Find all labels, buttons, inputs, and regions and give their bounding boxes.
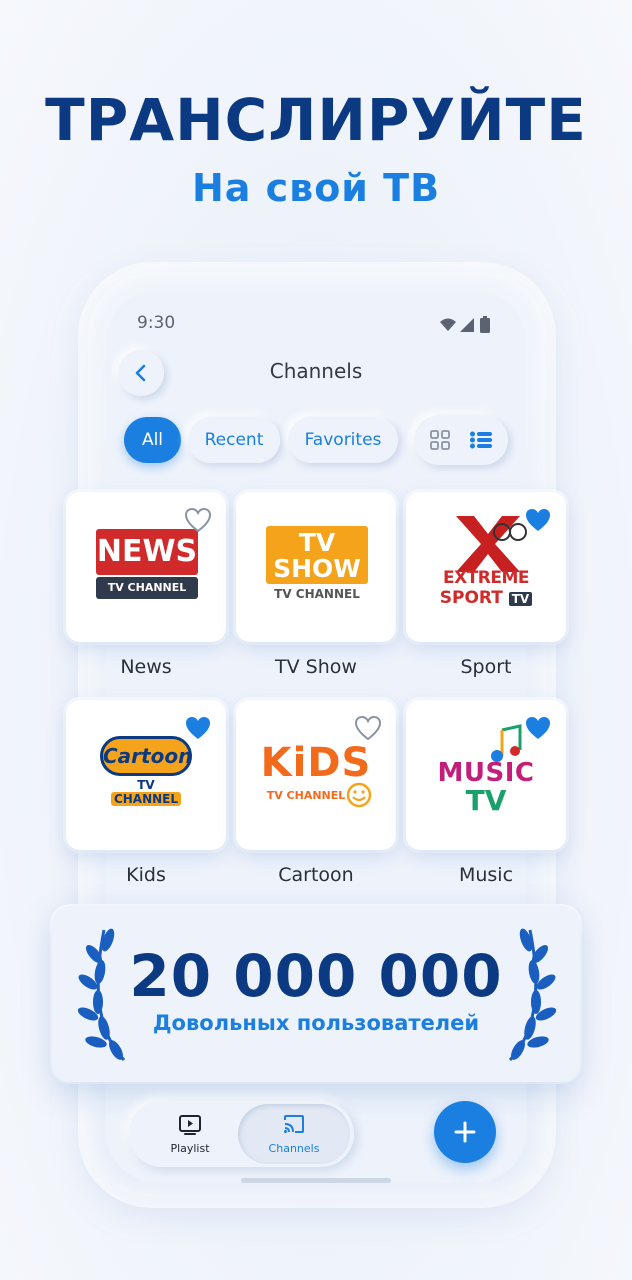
plus-icon — [454, 1121, 476, 1143]
news-logo-sub: TV CHANNEL — [96, 577, 198, 599]
nav-playlist-label: Playlist — [170, 1142, 210, 1155]
view-toggle — [414, 415, 508, 465]
smiley-icon — [346, 782, 372, 808]
sport-logo-line2: SPORT TV — [432, 588, 540, 608]
grid-view-icon[interactable] — [430, 430, 450, 450]
add-button[interactable] — [434, 1101, 496, 1163]
sport-logo-x — [456, 516, 527, 572]
battery-icon — [480, 318, 490, 333]
news-logo: NEWS — [96, 529, 198, 575]
cartoon-logo-channel: CHANNEL — [110, 792, 182, 806]
heart-filled-icon[interactable] — [524, 715, 552, 741]
wifi-icon — [440, 318, 456, 331]
cartoon-logo: Cartoon — [100, 736, 192, 776]
cast-icon — [284, 1115, 304, 1133]
users-count: 20 000 000 — [129, 942, 503, 1010]
home-indicator — [241, 1178, 391, 1183]
heart-filled-icon[interactable] — [184, 715, 212, 741]
users-caption: Довольных пользователей — [152, 1011, 480, 1035]
screen-title: Channels — [269, 359, 363, 383]
play-screen-icon — [179, 1115, 201, 1135]
channel-label-sport: Sport — [460, 656, 512, 678]
cartoon-logo-tv: TV — [137, 778, 155, 792]
heart-outline-icon[interactable] — [354, 715, 382, 741]
sport-logo-line1: EXTREME — [442, 568, 530, 588]
channel-label-news: News — [120, 656, 172, 678]
nav-channels[interactable]: Channels — [238, 1104, 350, 1164]
channel-label-music: Music — [458, 864, 514, 886]
tvshow-logo: TV SHOW — [266, 526, 368, 584]
status-icons — [440, 316, 490, 333]
promo-headline: ТРАНСЛИРУЙТЕ — [45, 86, 587, 154]
kids-logo: KiDS — [260, 740, 372, 786]
nav-playlist[interactable]: Playlist — [134, 1104, 246, 1164]
tab-favorites[interactable]: Favorites — [288, 417, 398, 463]
music-logo-line2: TV — [465, 784, 507, 817]
channel-label-tvshow: TV Show — [275, 656, 357, 678]
chevron-left-icon — [135, 364, 146, 382]
signal-icon — [460, 318, 474, 332]
tvshow-logo-line2: SHOW — [273, 554, 361, 583]
nav-channels-label: Channels — [268, 1142, 320, 1155]
sport-logo-tv: TV — [508, 592, 533, 606]
heart-filled-icon[interactable] — [524, 507, 552, 533]
channel-label-cartoon: Cartoon — [278, 864, 354, 886]
sport-logo-sport: SPORT — [439, 588, 503, 608]
tvshow-logo-line1: TV — [298, 528, 336, 557]
back-button[interactable] — [118, 350, 164, 396]
tab-all[interactable]: All — [124, 417, 181, 463]
status-time: 9:30 — [137, 313, 176, 333]
channel-label-kids: Kids — [126, 864, 166, 886]
tab-recent[interactable]: Recent — [188, 417, 280, 463]
list-view-icon[interactable] — [470, 431, 492, 449]
cartoon-logo-sub: TV CHANNEL — [110, 778, 182, 806]
heart-outline-icon[interactable] — [184, 507, 212, 533]
kids-logo-sub: TV CHANNEL — [266, 789, 346, 802]
channel-card-tvshow[interactable]: TV SHOW TV CHANNEL — [236, 492, 396, 642]
promo-subheadline: На свой ТВ — [191, 166, 441, 210]
tvshow-logo-sub: TV CHANNEL — [274, 587, 360, 601]
